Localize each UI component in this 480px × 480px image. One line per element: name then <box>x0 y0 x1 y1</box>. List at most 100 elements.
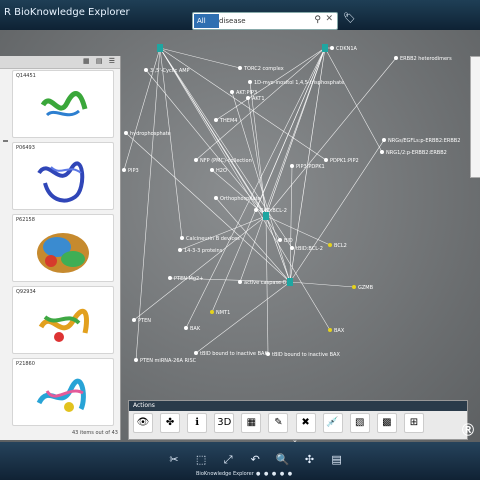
protein-card[interactable]: P62158 <box>12 214 114 282</box>
search-input[interactable] <box>219 13 311 29</box>
graph-edge <box>133 215 267 321</box>
chart-action-button[interactable]: ▧ <box>349 413 370 433</box>
graph-node[interactable] <box>134 358 138 362</box>
graph-edge <box>195 281 291 354</box>
protein-structure-image <box>38 308 89 342</box>
layout-icon[interactable]: ✣ <box>300 451 318 469</box>
panel-icon[interactable]: ▤ <box>328 451 346 469</box>
gene-node-icon[interactable] <box>287 278 293 286</box>
graph-node[interactable] <box>238 280 242 284</box>
graph-node[interactable] <box>194 351 198 355</box>
protein-card[interactable]: Q92934 <box>12 286 114 354</box>
side-panel-collapsed[interactable] <box>470 56 480 178</box>
page-dots[interactable]: ● ● ● ● ● <box>256 471 293 477</box>
graph-node[interactable] <box>124 131 128 135</box>
graph-node[interactable] <box>380 150 384 154</box>
graph-node[interactable] <box>168 276 172 280</box>
network-action-button[interactable]: ✤ <box>160 413 181 433</box>
actions-row: 👁 ✤ ℹ 3D ▦ ✎ ✖ 💉 ▧ ▩ ⊞ <box>133 413 426 433</box>
graph-edge <box>159 47 241 69</box>
graph-node[interactable] <box>324 158 328 162</box>
graph-node-label: ERBB2 heterodimers <box>400 56 452 62</box>
graph-node[interactable] <box>230 90 234 94</box>
bottom-bar: ✂ ⬚ ⤢ ↶ 🔍 ✣ ▤ BioKnowledge Explorer ● ● … <box>0 442 480 480</box>
protein-id: P62158 <box>16 217 35 223</box>
graph-edge <box>265 47 326 217</box>
view-action-button[interactable]: 👁 <box>133 413 153 433</box>
graph-node[interactable] <box>214 196 218 200</box>
graph-node[interactable] <box>254 208 258 212</box>
actions-label: Actions <box>133 402 155 409</box>
graph-edge <box>123 47 161 171</box>
graph-edge <box>289 281 355 288</box>
graph-node[interactable] <box>122 168 126 172</box>
graph-node[interactable] <box>144 68 148 72</box>
graph-edge <box>324 47 383 153</box>
graph-node[interactable] <box>210 310 214 314</box>
select-icon[interactable]: ⬚ <box>192 451 210 469</box>
protein-structure-image <box>40 91 88 117</box>
graph-node[interactable] <box>330 46 334 50</box>
graph-node[interactable] <box>210 168 214 172</box>
graph-node[interactable] <box>178 248 182 252</box>
protein-structure-image <box>37 233 89 273</box>
delete-action-button[interactable]: ✖ <box>295 413 316 433</box>
graph-node[interactable] <box>194 158 198 162</box>
grid-action-button[interactable]: ▦ <box>241 413 262 433</box>
actions-panel: Actions 👁 ✤ ℹ 3D ▦ ✎ ✖ 💉 ▧ ▩ ⊞ <box>128 400 468 440</box>
protein-id: P21860 <box>16 361 35 367</box>
dropper-action-button[interactable]: 💉 <box>322 413 343 433</box>
expand-icon[interactable]: ⤢ <box>219 451 237 469</box>
protein-card[interactable]: P21860 <box>12 358 114 426</box>
search-scope-select[interactable]: All <box>194 14 219 28</box>
search-box[interactable]: All ⚲ ✕ <box>192 12 338 30</box>
protein-card[interactable]: Q14451 <box>12 70 114 138</box>
info-action-button[interactable]: ℹ <box>187 413 208 433</box>
graph-node[interactable] <box>248 80 252 84</box>
list-scroll-handle[interactable] <box>3 140 8 142</box>
graph-node[interactable] <box>180 236 184 240</box>
graph-node[interactable] <box>328 328 332 332</box>
graph-node-label: TORC2 complex <box>243 66 284 72</box>
app-logo: Ⓡ <box>461 423 474 437</box>
protein-card[interactable]: P06493 <box>12 142 114 210</box>
tag-icon[interactable]: 🏷 <box>343 13 356 24</box>
heatmap-action-button[interactable]: ▩ <box>376 413 397 433</box>
graph-node[interactable] <box>214 118 218 122</box>
graph-node[interactable] <box>352 285 356 289</box>
view-mode-controls[interactable]: ▦ ▤ ☰ <box>83 57 117 65</box>
panel-header: ▦ ▤ ☰ <box>0 56 120 69</box>
graph-node-label: PIP3 <box>128 168 139 174</box>
graph-node[interactable] <box>278 238 282 242</box>
graph-node-label: GZMB <box>358 285 374 291</box>
gene-node-icon[interactable] <box>157 44 163 52</box>
graph-node[interactable] <box>238 66 242 70</box>
protein-id: P06493 <box>16 145 35 151</box>
graph-node-label: PTEN Mg2+ <box>174 276 203 282</box>
graph-node[interactable] <box>184 326 188 330</box>
3d-action-button[interactable]: 3D <box>214 413 235 433</box>
graph-node[interactable] <box>382 138 386 142</box>
graph-node[interactable] <box>394 56 398 60</box>
graph-node[interactable] <box>328 243 332 247</box>
cut-icon[interactable]: ✂ <box>165 451 183 469</box>
graph-node[interactable] <box>246 96 250 100</box>
graph-node[interactable] <box>290 164 294 168</box>
gene-node-icon[interactable] <box>322 44 328 52</box>
clear-icon[interactable]: ✕ <box>325 14 333 24</box>
protein-structure-image <box>37 161 85 203</box>
graph-node-label: AKT1 <box>252 96 265 102</box>
search-icon[interactable]: ⚲ <box>314 15 321 25</box>
graph-edge <box>289 165 293 283</box>
zoom-icon[interactable]: 🔍 <box>273 451 291 469</box>
graph-node-label: tBID bound to inactive BAX <box>272 352 340 358</box>
graph-node[interactable] <box>290 246 294 250</box>
layout-action-button[interactable]: ⊞ <box>403 413 424 433</box>
protein-id: Q14451 <box>16 73 36 79</box>
protein-list[interactable]: Q14451 P06493 P62158 Q92934 P21860 <box>0 70 120 426</box>
graph-node-label: THEM4 <box>219 118 237 124</box>
undo-icon[interactable]: ↶ <box>246 451 264 469</box>
graph-node-label: 3',5'-Cyclic AMP <box>150 68 190 74</box>
edit-action-button[interactable]: ✎ <box>268 413 289 433</box>
graph-node[interactable] <box>132 318 136 322</box>
